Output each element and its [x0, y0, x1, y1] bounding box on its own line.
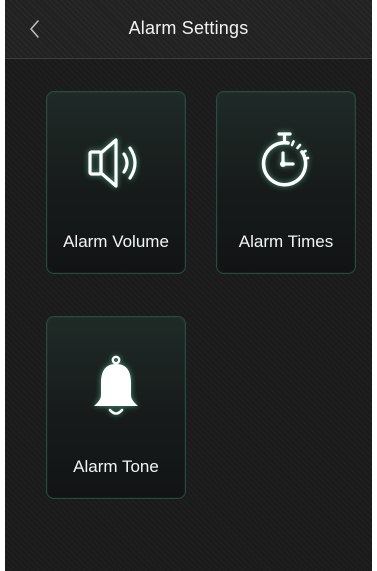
speaker-icon	[88, 138, 137, 188]
alarm-times-label: Alarm Times	[238, 232, 334, 251]
stopwatch-icon	[261, 132, 310, 187]
alarm-tone-label: Alarm Tone	[73, 457, 159, 476]
alarm-volume-label: Alarm Volume	[63, 232, 169, 251]
alarm-settings-screen: Alarm Settings Alarm Volume Alarm Times …	[5, 0, 372, 571]
alarm-volume-button[interactable]: Alarm Volume	[46, 91, 186, 274]
header-bar: Alarm Settings	[5, 0, 372, 59]
bell-icon	[94, 355, 138, 415]
alarm-tone-button[interactable]: Alarm Tone	[46, 316, 186, 499]
alarm-times-button[interactable]: Alarm Times	[216, 91, 356, 274]
page-title: Alarm Settings	[128, 18, 249, 38]
